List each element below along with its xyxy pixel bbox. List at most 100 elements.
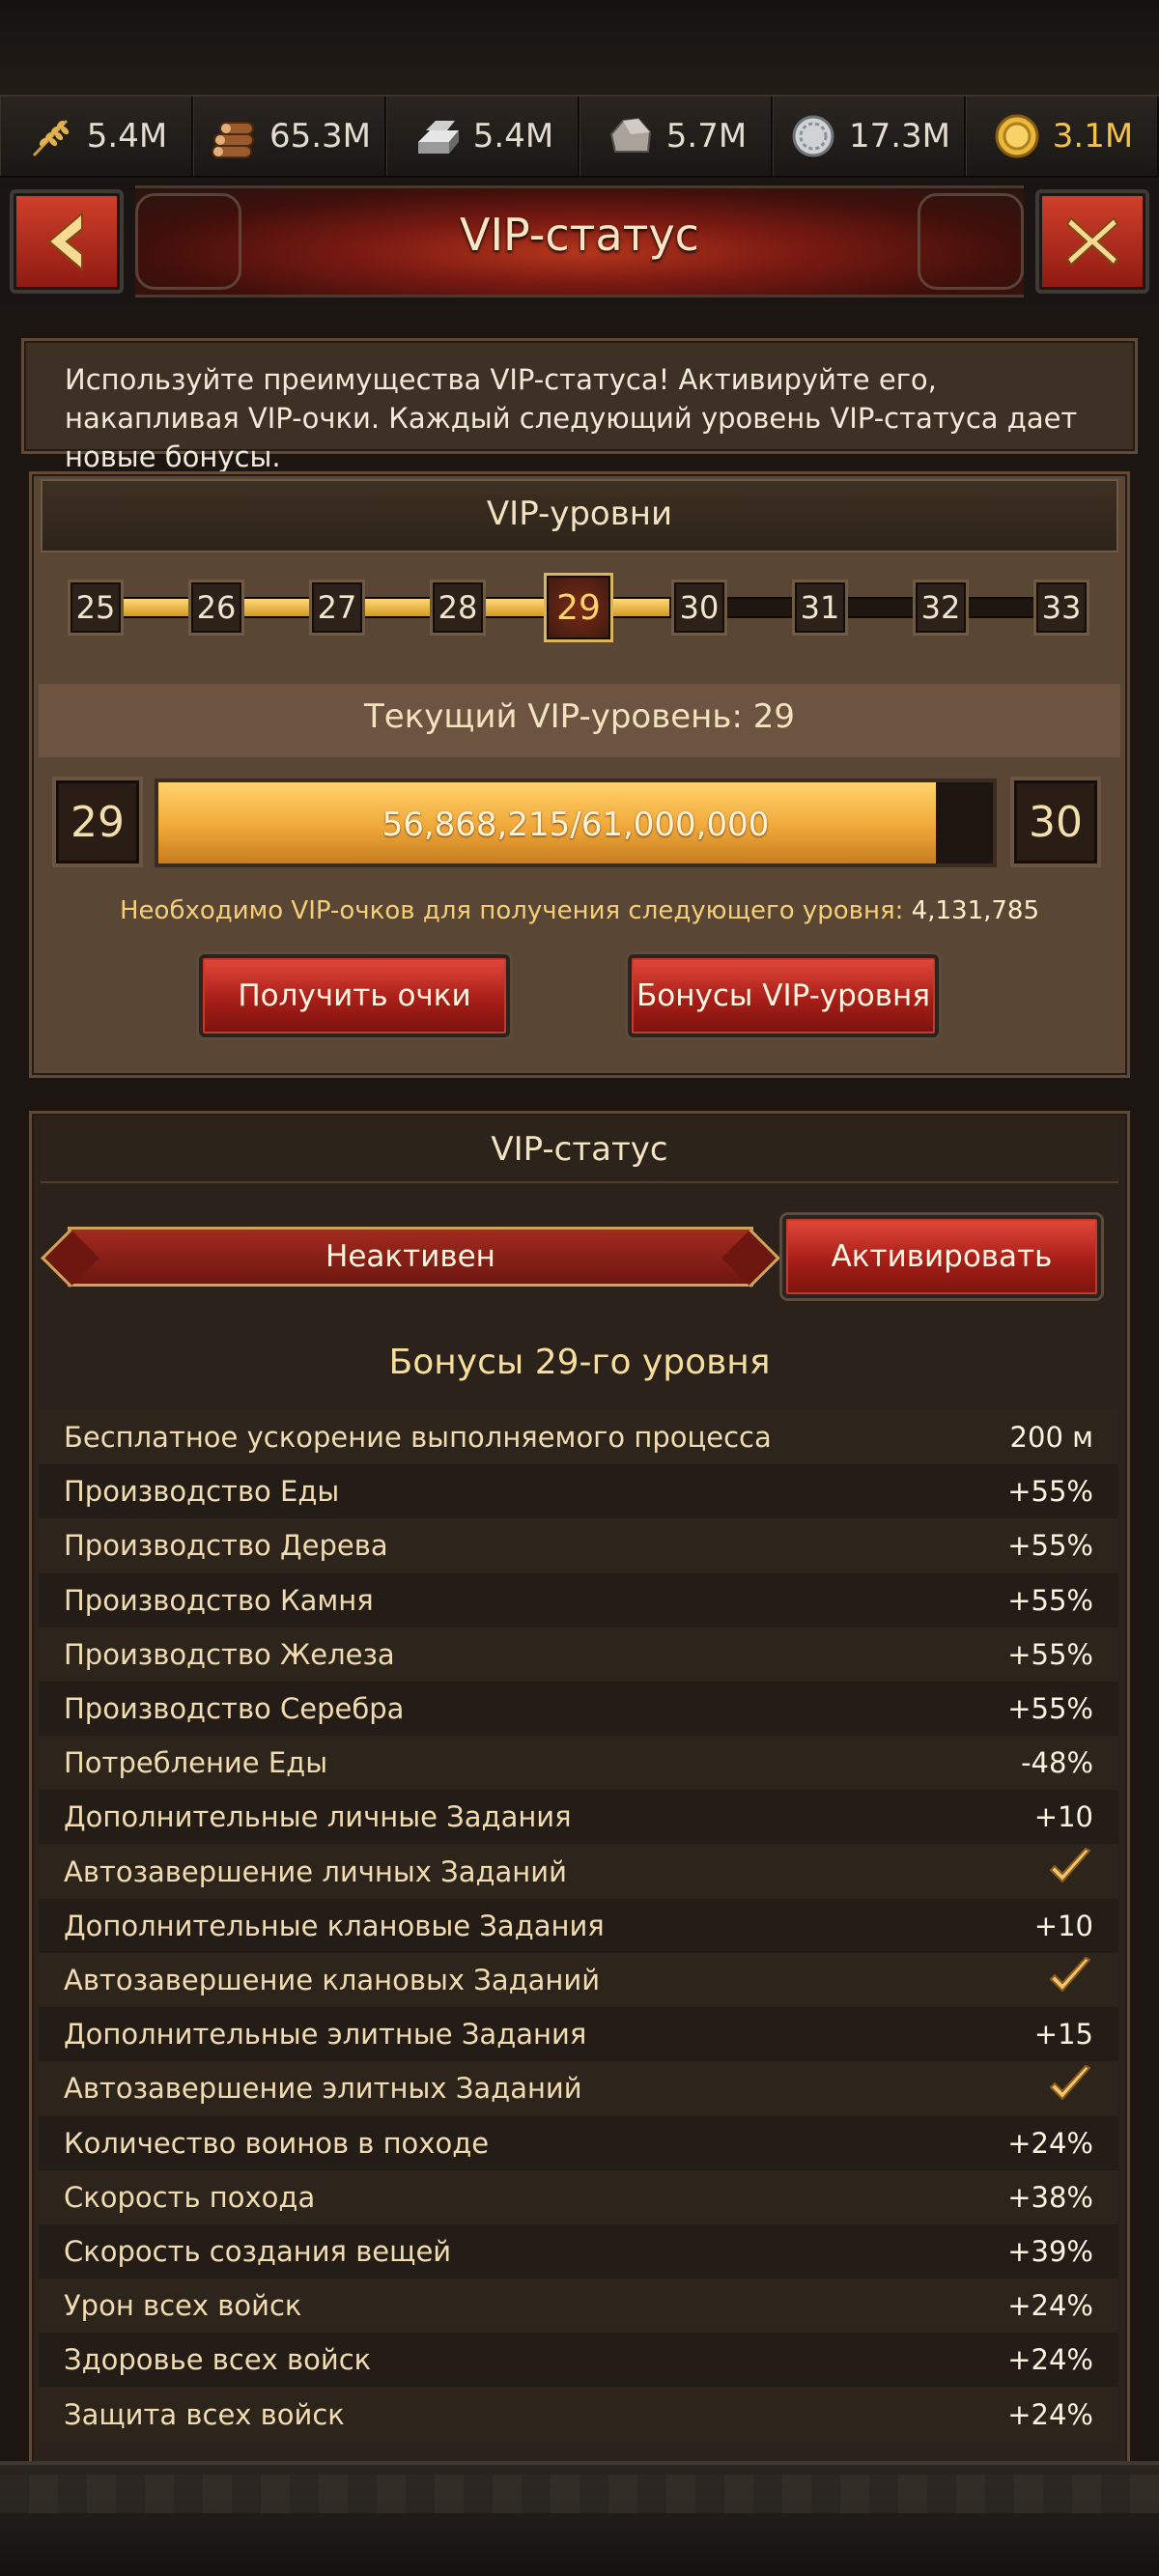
resource-stone[interactable]: 5.7M xyxy=(580,97,773,176)
bonus-label: Производство Еды xyxy=(64,1475,340,1509)
bonus-label: Автозавершение личных Заданий xyxy=(64,1854,567,1888)
bonus-value: +55% xyxy=(1007,1475,1093,1509)
bonus-value: +55% xyxy=(1007,1692,1093,1725)
bonus-row: Дополнительные клановые Задания +10 xyxy=(39,1898,1118,1953)
level-marker-current[interactable]: 29 xyxy=(544,573,613,642)
bonus-label: Дополнительные элитные Задания xyxy=(64,2018,587,2052)
wood-logs-icon xyxy=(208,110,260,162)
intro-text: Используйте преимущества VIP-статуса! Ак… xyxy=(65,363,1078,473)
bonus-label: Скорость создания вещей xyxy=(64,2235,452,2268)
bonus-row: Автозавершение элитных Заданий xyxy=(39,2061,1118,2116)
resource-food[interactable]: 5.4M xyxy=(0,97,193,176)
bonus-label: Скорость похода xyxy=(64,2180,316,2214)
bonuses-title: Бонусы 29-го уровня xyxy=(388,1343,771,1382)
bonus-value: +55% xyxy=(1007,1529,1093,1563)
resource-value: 5.4M xyxy=(472,117,554,156)
get-points-button[interactable]: Получить очки xyxy=(199,954,510,1037)
bonus-row: Дополнительные элитные Задания +15 xyxy=(39,2007,1118,2062)
bonus-value: +55% xyxy=(1007,1637,1093,1671)
silver-coin-icon xyxy=(787,110,839,162)
bonus-value: +24% xyxy=(1007,2397,1093,2431)
bonus-value: +39% xyxy=(1007,2235,1093,2268)
resource-gold[interactable]: 3.1M xyxy=(966,97,1159,176)
resource-value: 65.3M xyxy=(269,117,372,156)
header: VIP-статус xyxy=(0,180,1159,303)
close-icon xyxy=(1065,216,1119,267)
bonus-row: Автозавершение личных Заданий xyxy=(39,1844,1118,1899)
bonus-label: Производство Серебра xyxy=(64,1692,405,1725)
bonus-value: +24% xyxy=(1007,2126,1093,2160)
level-marker[interactable]: 33 xyxy=(1033,580,1089,636)
checkmark-icon xyxy=(1047,2062,1093,2115)
bonus-row: Количество воинов в походе +24% xyxy=(39,2115,1118,2170)
bonus-value: +55% xyxy=(1007,1583,1093,1617)
level-marker[interactable]: 31 xyxy=(792,580,848,636)
resource-bar: 5.4M 65.3M 5.4M 5.7M 17.3M 3.1M xyxy=(0,95,1159,178)
level-marker[interactable]: 30 xyxy=(671,580,727,636)
status-bar-area xyxy=(0,0,1159,95)
bonus-value: -48% xyxy=(1021,1746,1093,1780)
iron-ingot-icon xyxy=(411,110,464,162)
points-needed-label: Необходимо VIP-очков для получения следу… xyxy=(119,896,904,925)
bonus-row: Производство Железа +55% xyxy=(39,1627,1118,1682)
bottom-ornament xyxy=(0,2475,1159,2513)
bonus-row: Автозавершение клановых Заданий xyxy=(39,1953,1118,2007)
points-needed-value: 4,131,785 xyxy=(911,896,1039,925)
bonus-value: +38% xyxy=(1007,2180,1093,2214)
resource-iron[interactable]: 5.4M xyxy=(386,97,580,176)
bonus-row: Здоровье всех войск +24% xyxy=(39,2333,1118,2388)
stone-icon xyxy=(605,110,657,162)
level-marker[interactable]: 26 xyxy=(188,580,244,636)
bonus-row: Производство Серебра +55% xyxy=(39,1682,1118,1736)
bonus-label: Дополнительные клановые Задания xyxy=(64,1909,605,1942)
vip-points-progress: 56,868,215/61,000,000 xyxy=(155,778,997,867)
checkmark-icon xyxy=(1047,1845,1093,1898)
bonus-label: Производство Железа xyxy=(64,1637,395,1671)
wheat-icon xyxy=(25,110,77,162)
level-bonuses-button[interactable]: Бонусы VIP-уровня xyxy=(628,954,939,1037)
bonus-label: Производство Камня xyxy=(64,1583,374,1617)
level-marker[interactable]: 25 xyxy=(68,580,124,636)
resource-value: 17.3M xyxy=(848,117,951,156)
resource-value: 3.1M xyxy=(1052,117,1134,156)
bonus-value: 200 м xyxy=(1009,1421,1093,1454)
bonus-row: Дополнительные личные Задания +10 xyxy=(39,1790,1118,1845)
bonus-label: Автозавершение элитных Заданий xyxy=(64,2072,582,2106)
bonus-row: Защита всех войск +24% xyxy=(39,2387,1118,2442)
bonus-label: Автозавершение клановых Заданий xyxy=(64,1964,601,1996)
bonus-value: +10 xyxy=(1033,1909,1093,1942)
bonus-label: Здоровье всех войск xyxy=(64,2343,372,2377)
bonus-label: Урон всех войск xyxy=(64,2289,302,2323)
bonus-value: +24% xyxy=(1007,2289,1093,2323)
bonus-label: Потребление Еды xyxy=(64,1746,328,1780)
vip-status-title: VIP-статус xyxy=(491,1130,668,1169)
resource-value: 5.7M xyxy=(665,117,748,156)
bonus-row: Производство Камня +55% xyxy=(39,1572,1118,1628)
current-level-label: Текущий VIP-уровень: 29 xyxy=(364,697,795,736)
bonus-value: +10 xyxy=(1033,1800,1093,1834)
level-marker[interactable]: 28 xyxy=(430,580,486,636)
activate-button[interactable]: Активировать xyxy=(782,1215,1101,1298)
bonus-label: Производство Дерева xyxy=(64,1529,388,1563)
gold-coin-icon xyxy=(991,110,1043,162)
bonus-row: Производство Еды +55% xyxy=(39,1464,1118,1519)
status-badge: Неактивен xyxy=(68,1227,753,1287)
level-marker[interactable]: 27 xyxy=(309,580,365,636)
bonus-row: Потребление Еды -48% xyxy=(39,1736,1118,1791)
resource-silver[interactable]: 17.3M xyxy=(773,97,966,176)
vip-points-text: 56,868,215/61,000,000 xyxy=(382,806,770,844)
bonus-label: Защита всех войск xyxy=(64,2397,345,2431)
bonus-row: Производство Дерева +55% xyxy=(39,1518,1118,1573)
level-marker[interactable]: 32 xyxy=(913,580,969,636)
bonus-label: Количество воинов в походе xyxy=(64,2126,490,2160)
bonus-row: Скорость создания вещей +39% xyxy=(39,2224,1118,2279)
bonus-row: Скорость похода +38% xyxy=(39,2169,1118,2224)
intro-panel: Используйте преимущества VIP-статуса! Ак… xyxy=(21,338,1138,473)
points-needed: Необходимо VIP-очков для получения следу… xyxy=(0,896,1159,925)
close-button[interactable] xyxy=(1035,189,1149,294)
current-level-badge: 29 xyxy=(52,777,143,867)
bonus-row: Урон всех войск +24% xyxy=(39,2279,1118,2334)
resource-wood[interactable]: 65.3M xyxy=(193,97,386,176)
bonus-label: Дополнительные личные Задания xyxy=(64,1800,572,1834)
page-title: VIP-статус xyxy=(460,209,699,261)
